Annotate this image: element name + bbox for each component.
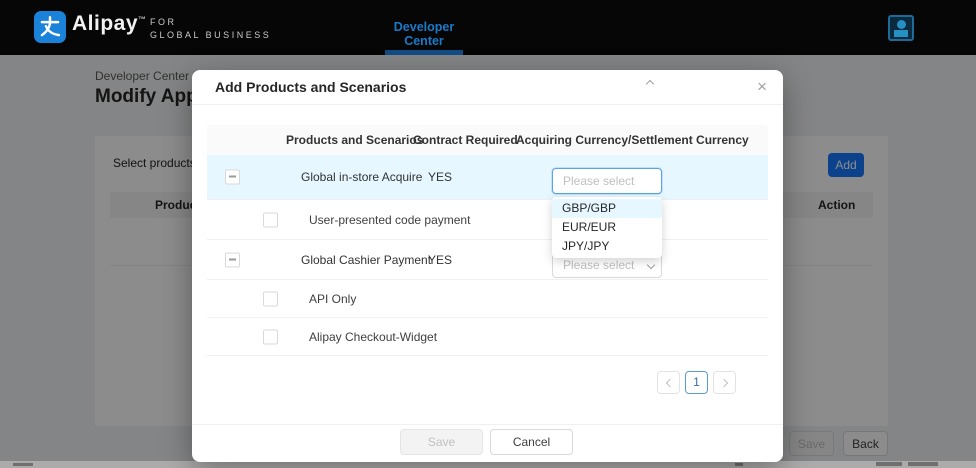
screen-edge-artifact — [13, 463, 33, 466]
row-label: Alipay Checkout-Widget — [309, 330, 437, 344]
row-label: User-presented code payment — [309, 213, 470, 227]
modal-save-button[interactable]: Save — [400, 429, 483, 455]
row-checkbox-indeterminate[interactable] — [225, 170, 240, 185]
table-row-global-cashier-payment: Global Cashier Payment YES — [207, 240, 768, 280]
row-checkbox-indeterminate[interactable] — [225, 252, 240, 267]
screen-edge-artifact — [908, 462, 938, 466]
screen-edge-strip — [0, 461, 976, 468]
contract-required-value: YES — [428, 170, 452, 184]
top-header: Alipay™ FOR GLOBAL BUSINESS Developer Ce… — [0, 0, 976, 55]
brand-name: Alipay™ — [72, 12, 147, 36]
add-products-modal: Add Products and Scenarios × Products an… — [192, 70, 783, 462]
chevron-right-icon — [720, 379, 728, 387]
currency-select-open[interactable]: Please select — [552, 168, 662, 194]
column-acquiring-currency: Acquiring Currency/Settlement Currency — [516, 125, 749, 155]
close-icon[interactable]: × — [757, 76, 767, 98]
column-contract-required: Contract Required — [413, 125, 518, 155]
pagination: 1 — [657, 371, 736, 394]
pagination-prev-button[interactable] — [657, 371, 680, 394]
modal-title-divider — [192, 104, 783, 105]
alipay-logo-icon — [34, 11, 66, 43]
brand-suffix: FOR GLOBAL BUSINESS — [150, 16, 271, 42]
trademark: ™ — [138, 15, 147, 24]
avatar-body — [894, 30, 908, 37]
modal-table-header: Products and Scenarios Contract Required… — [207, 125, 768, 155]
row-label: Global in-store Acquire — [301, 170, 422, 184]
row-checkbox[interactable] — [263, 212, 278, 227]
screen-edge-artifact — [876, 462, 902, 466]
dropdown-option-jpy[interactable]: JPY/JPY — [552, 237, 662, 256]
chevron-left-icon — [666, 379, 674, 387]
row-checkbox[interactable] — [263, 291, 278, 306]
avatar-head — [897, 20, 906, 29]
screen: Developer Center / M Modify Appli Select… — [0, 0, 976, 468]
table-row-api-only: API Only — [207, 280, 768, 318]
row-label: API Only — [309, 292, 356, 306]
table-row-alipay-checkout-widget: Alipay Checkout-Widget — [207, 318, 768, 356]
nav-developer-center[interactable]: Developer Center — [378, 20, 470, 48]
row-label: Global Cashier Payment — [301, 253, 431, 267]
user-avatar-icon[interactable] — [888, 15, 914, 41]
modal-title: Add Products and Scenarios — [215, 70, 406, 104]
pagination-page-1[interactable]: 1 — [685, 371, 708, 394]
dropdown-option-eur[interactable]: EUR/EUR — [552, 218, 662, 237]
table-row-user-presented-code: User-presented code payment — [207, 200, 768, 240]
column-products-scenarios: Products and Scenarios — [286, 125, 423, 155]
pagination-next-button[interactable] — [713, 371, 736, 394]
currency-dropdown-panel: GBP/GBP EUR/EUR JPY/JPY — [552, 197, 662, 258]
modal-cancel-button[interactable]: Cancel — [490, 429, 573, 455]
modal-footer-divider — [192, 424, 783, 425]
nav-active-underline — [385, 50, 463, 55]
row-checkbox[interactable] — [263, 329, 278, 344]
chevron-up-icon — [646, 80, 654, 88]
table-row-global-instore-acquire: Global in-store Acquire YES — [207, 155, 768, 200]
contract-required-value: YES — [428, 253, 452, 267]
dropdown-option-gbp[interactable]: GBP/GBP — [552, 199, 662, 218]
screen-edge-artifact — [735, 463, 743, 466]
